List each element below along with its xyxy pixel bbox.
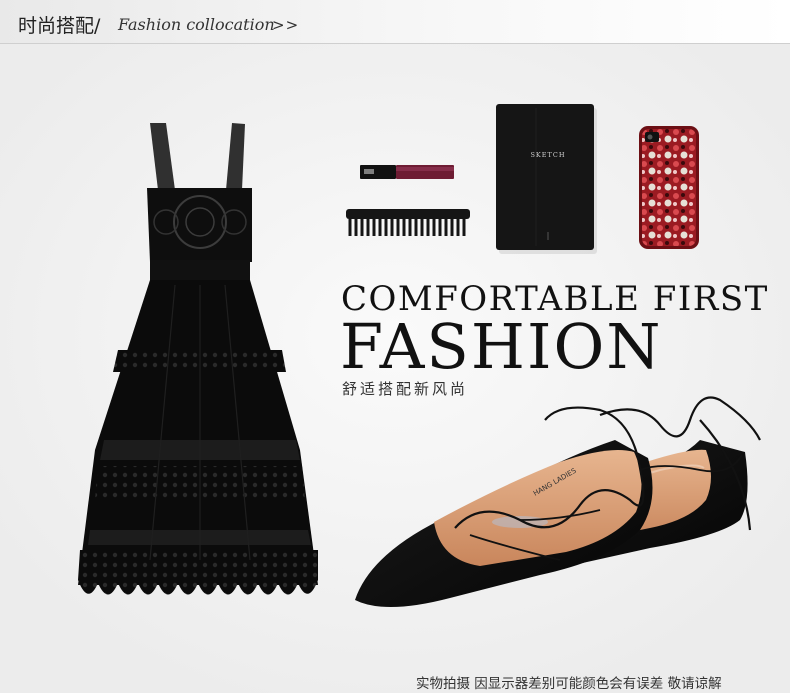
fashion-collocation-panel: 时尚搭配/ Fashion collocation >> SKETCH HANG… — [0, 0, 790, 693]
notebook-label: SKETCH — [530, 151, 565, 159]
tagline: 舒适搭配新风尚 — [342, 380, 469, 398]
phone-case-image — [639, 126, 699, 249]
lipstick-image — [360, 165, 454, 179]
headline-line2: FASHION — [340, 310, 663, 383]
notebook-image: SKETCH — [496, 104, 597, 254]
color-disclaimer: 实物拍摄 因显示器差别可能颜色会有误差 敬请谅解 — [416, 676, 722, 692]
